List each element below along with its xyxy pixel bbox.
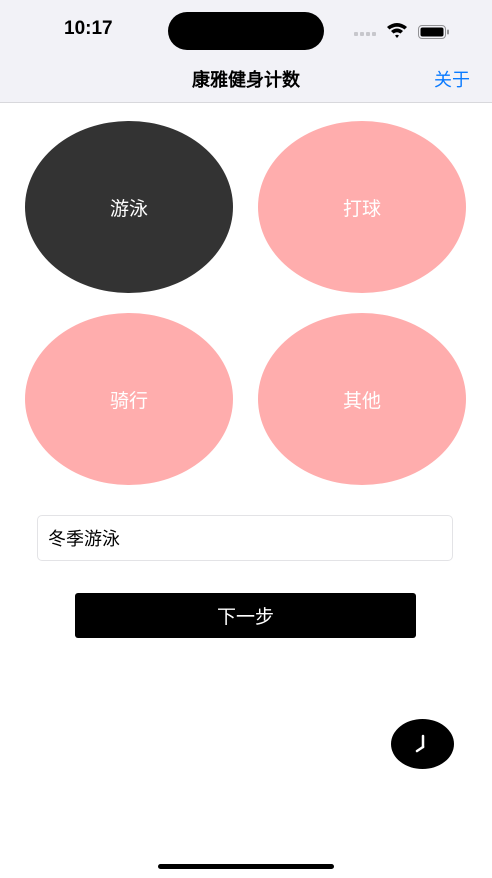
option-label: 游泳	[109, 197, 148, 220]
workout-name-input[interactable]	[37, 515, 453, 561]
signal-icon	[354, 30, 378, 36]
home-indicator[interactable]	[158, 864, 334, 869]
option-other[interactable]: 其他	[258, 313, 466, 485]
status-bar: 10:17	[0, 0, 492, 50]
option-ball-games[interactable]: 打球	[258, 121, 466, 293]
option-swimming[interactable]: 游泳	[25, 121, 233, 293]
about-button[interactable]: 关于	[434, 66, 470, 92]
next-step-label: 下一步	[216, 606, 274, 628]
dynamic-island	[168, 12, 324, 50]
option-cycling[interactable]: 骑行	[25, 313, 233, 485]
clock-icon	[415, 734, 424, 753]
battery-icon	[418, 24, 450, 39]
status-time: 10:17	[64, 18, 113, 39]
page-title: 康雅健身计数	[192, 70, 300, 91]
next-step-button[interactable]: 下一步	[75, 593, 416, 638]
history-button[interactable]	[391, 719, 454, 769]
wifi-icon	[386, 21, 408, 39]
option-label: 其他	[342, 389, 381, 412]
option-label: 骑行	[109, 389, 148, 412]
navigation-bar: 康雅健身计数 关于	[0, 50, 492, 103]
option-label: 打球	[342, 197, 381, 220]
